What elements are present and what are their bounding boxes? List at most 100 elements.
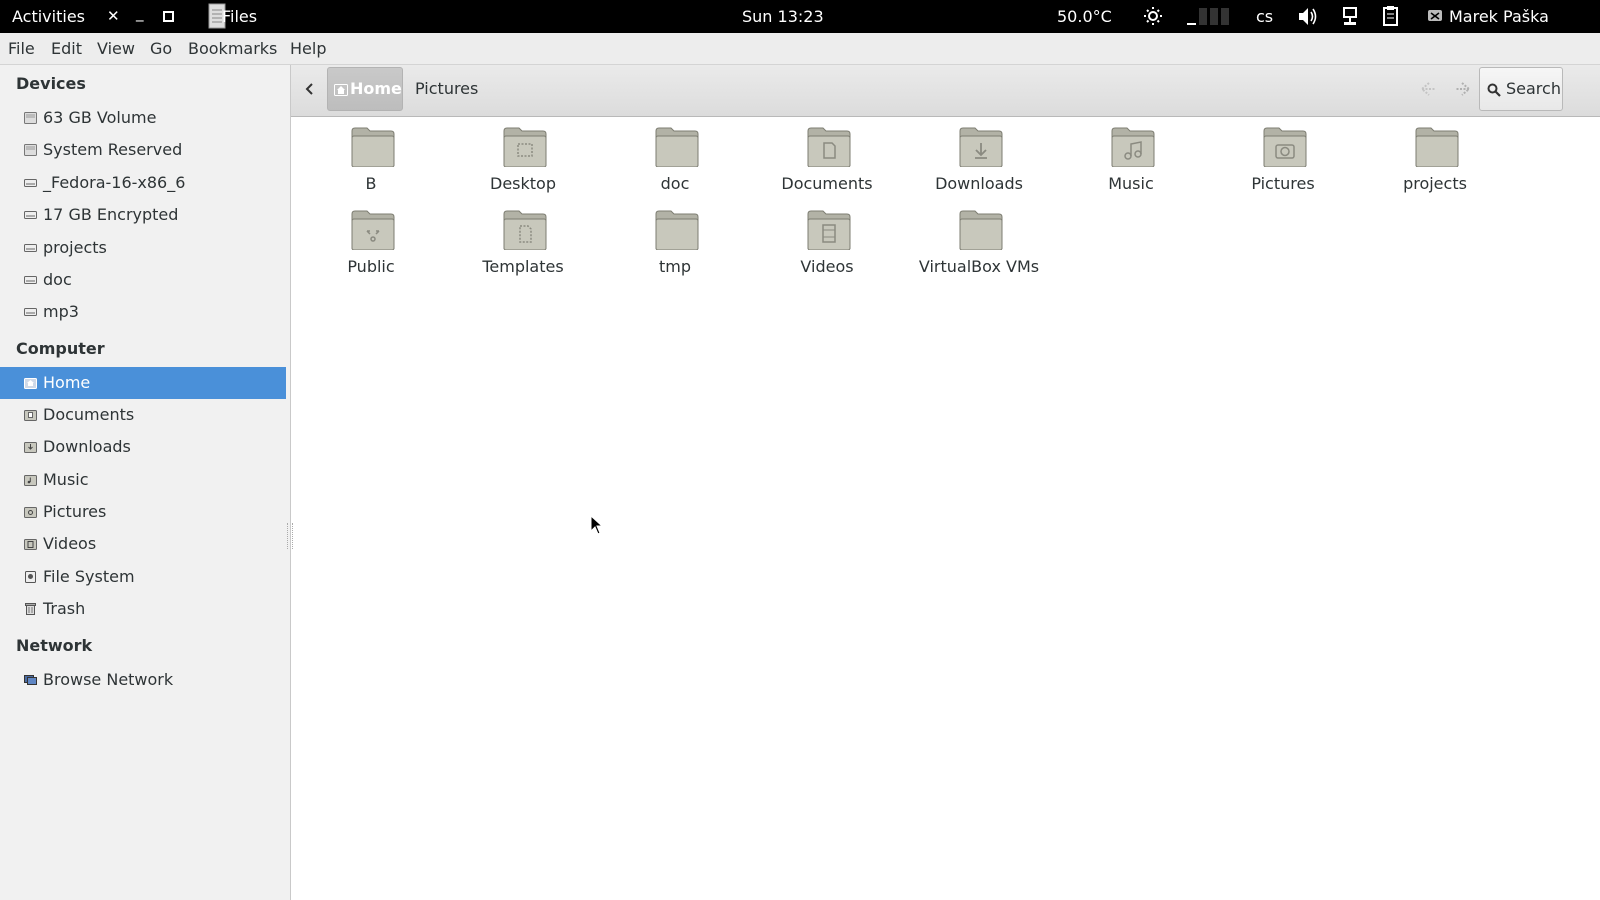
search-label: Search xyxy=(1506,79,1561,98)
keyboard-layout[interactable]: cs xyxy=(1256,0,1273,33)
close-icon[interactable]: ✕ xyxy=(107,0,120,33)
menu-go[interactable]: Go xyxy=(150,33,172,64)
file-item-public[interactable]: Public xyxy=(296,200,446,280)
minimize-icon[interactable]: _ xyxy=(136,0,144,30)
app-name: Files xyxy=(222,7,258,26)
file-item-virtualbox-vms[interactable]: VirtualBox VMs xyxy=(904,200,1054,280)
sidebar-item-pictures[interactable]: Pictures xyxy=(0,496,290,528)
drive-icon xyxy=(24,112,37,124)
menubar: File Edit View Go Bookmarks Help xyxy=(0,33,1600,65)
menu-view[interactable]: View xyxy=(97,33,135,64)
sidebar-item-trash[interactable]: Trash xyxy=(0,593,290,625)
menu-help[interactable]: Help xyxy=(290,33,326,64)
top-panel: Activities ✕ _ Files Sun 13:23 50.0°C cs… xyxy=(0,0,1600,33)
sidebar-item-doc-drive[interactable]: doc xyxy=(0,264,290,296)
file-item-videos[interactable]: Videos xyxy=(752,200,902,280)
folder-icon xyxy=(655,127,699,167)
file-item-b[interactable]: B xyxy=(296,117,446,197)
breadcrumb-home-label: Home xyxy=(350,79,402,98)
pictures-folder-icon xyxy=(1263,127,1307,167)
sidebar-item-17gb-encrypted[interactable]: 17 GB Encrypted xyxy=(0,199,290,231)
clock[interactable]: Sun 13:23 xyxy=(742,0,824,33)
file-name: Desktop xyxy=(490,174,556,193)
forward-icon[interactable] xyxy=(1451,79,1473,103)
templates-folder-icon xyxy=(503,210,547,250)
breadcrumb-back-icon[interactable] xyxy=(303,79,315,103)
file-item-templates[interactable]: Templates xyxy=(448,200,598,280)
file-item-desktop[interactable]: Desktop xyxy=(448,117,598,197)
documents-folder-icon xyxy=(24,410,37,421)
file-name: projects xyxy=(1403,174,1467,193)
sidebar-item-file-system[interactable]: File System xyxy=(0,561,290,593)
file-name: Downloads xyxy=(935,174,1023,193)
videos-folder-icon xyxy=(807,210,851,250)
menu-edit[interactable]: Edit xyxy=(51,33,82,64)
sidebar-item-label: Videos xyxy=(43,534,97,553)
toolbar: Home Pictures Search xyxy=(291,65,1600,117)
sidebar-item-label: Trash xyxy=(43,599,86,618)
sidebar-item-home[interactable]: Home xyxy=(0,367,286,399)
documents-folder-icon xyxy=(807,127,851,167)
sidebar-item-music[interactable]: Music xyxy=(0,464,290,496)
drive-icon xyxy=(24,144,37,156)
downloads-folder-icon xyxy=(959,127,1003,167)
file-name: doc xyxy=(660,174,690,193)
sidebar-item-fedora[interactable]: _Fedora-16-x86_6 xyxy=(0,167,290,199)
search-button[interactable]: Search xyxy=(1479,67,1563,111)
file-item-documents[interactable]: Documents xyxy=(752,117,902,197)
breadcrumb-home-button[interactable]: Home xyxy=(327,67,403,111)
network-icon[interactable] xyxy=(1341,0,1359,33)
sidebar-item-system-reserved[interactable]: System Reserved xyxy=(0,134,290,166)
file-name: Pictures xyxy=(1251,174,1315,193)
file-name: Videos xyxy=(800,257,854,276)
videos-folder-icon xyxy=(24,539,37,550)
file-name: B xyxy=(365,174,377,193)
file-name: Documents xyxy=(781,174,873,193)
sidebar-item-browse-network[interactable]: Browse Network xyxy=(0,664,290,696)
breadcrumb-pictures-button[interactable]: Pictures xyxy=(415,67,478,111)
sidebar-item-label: Pictures xyxy=(43,502,107,521)
file-item-pictures[interactable]: Pictures xyxy=(1208,117,1358,197)
file-name: Templates xyxy=(482,257,564,276)
temperature-indicator[interactable]: 50.0°C xyxy=(1057,0,1112,33)
battery-icon[interactable] xyxy=(1186,0,1230,33)
user-icon xyxy=(1426,0,1444,33)
sidebar-item-label: mp3 xyxy=(43,302,79,321)
home-folder-icon xyxy=(334,84,348,96)
sidebar-item-documents[interactable]: Documents xyxy=(0,399,290,431)
desktop-folder-icon xyxy=(503,127,547,167)
file-view[interactable]: B Desktop doc Documents Downloads Music … xyxy=(291,117,1600,900)
public-folder-icon xyxy=(351,210,395,250)
sidebar-heading-devices: Devices xyxy=(16,74,86,93)
clipboard-icon[interactable] xyxy=(1382,0,1400,33)
sidebar-item-downloads[interactable]: Downloads xyxy=(0,431,290,463)
file-item-doc[interactable]: doc xyxy=(600,117,750,197)
drive-icon xyxy=(24,308,37,316)
file-item-projects[interactable]: projects xyxy=(1360,117,1510,197)
file-item-downloads[interactable]: Downloads xyxy=(904,117,1054,197)
file-item-tmp[interactable]: tmp xyxy=(600,200,750,280)
sidebar-item-63gb-volume[interactable]: 63 GB Volume xyxy=(0,102,290,134)
drive-icon xyxy=(24,276,37,284)
folder-icon xyxy=(959,210,1003,250)
file-item-music[interactable]: Music xyxy=(1056,117,1206,197)
sidebar-item-label: 17 GB Encrypted xyxy=(43,205,179,224)
home-folder-icon xyxy=(24,378,37,389)
brightness-icon[interactable] xyxy=(1143,0,1163,33)
folder-icon xyxy=(351,127,395,167)
volume-icon[interactable] xyxy=(1297,0,1319,33)
activities-button[interactable]: Activities xyxy=(12,0,85,33)
user-name: Marek Paška xyxy=(1449,7,1549,26)
sidebar-item-label: Downloads xyxy=(43,437,131,456)
sidebar-item-mp3-drive[interactable]: mp3 xyxy=(0,296,290,328)
menu-bookmarks[interactable]: Bookmarks xyxy=(188,33,277,64)
maximize-icon[interactable] xyxy=(163,0,174,33)
sidebar-item-videos[interactable]: Videos xyxy=(0,528,290,560)
sidebar-item-projects-drive[interactable]: projects xyxy=(0,232,290,264)
sidebar-item-label: Music xyxy=(43,470,89,489)
filesystem-icon xyxy=(25,571,36,583)
drive-icon xyxy=(24,244,37,252)
sidebar-heading-network: Network xyxy=(16,636,93,655)
menu-file[interactable]: File xyxy=(8,33,35,64)
back-icon[interactable] xyxy=(1418,79,1440,103)
